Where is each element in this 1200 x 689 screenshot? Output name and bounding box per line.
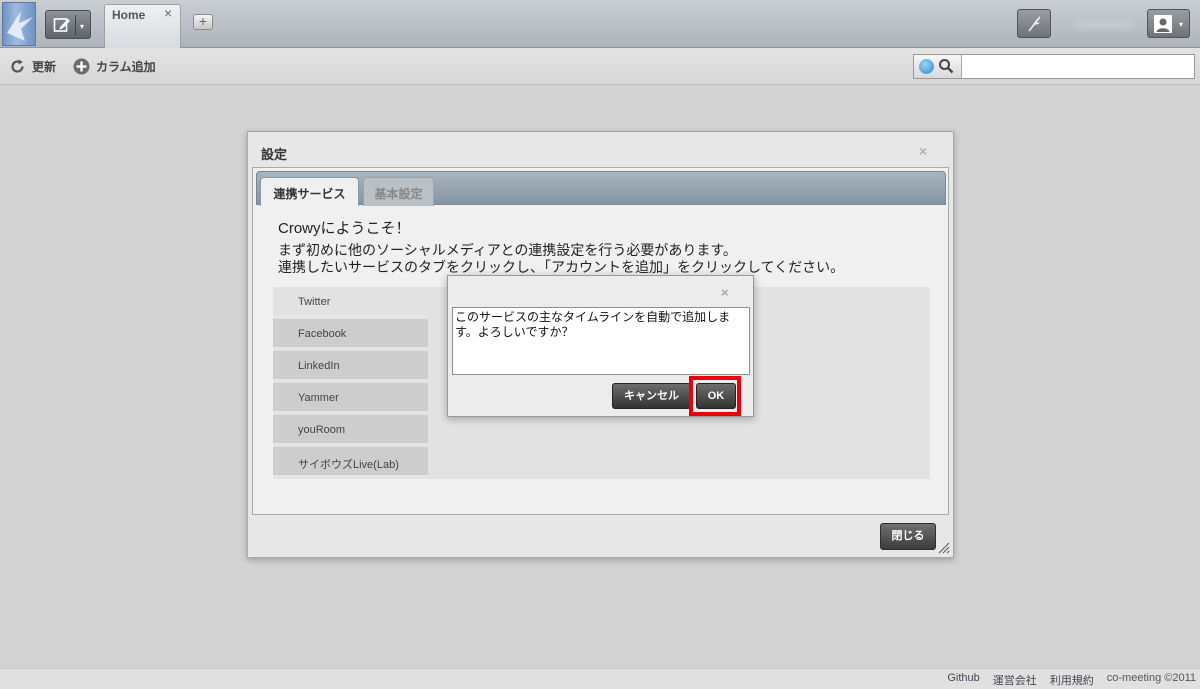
service-item-twitter[interactable]: Twitter (273, 287, 428, 317)
tab-basic-settings[interactable]: 基本設定 (363, 177, 434, 206)
refresh-button[interactable]: 更新 (9, 58, 56, 75)
close-tab-icon[interactable]: × (164, 5, 172, 21)
service-item-facebook[interactable]: Facebook (273, 319, 428, 349)
close-icon[interactable]: × (919, 143, 927, 159)
close-dialog-button[interactable]: 閉じる (880, 523, 936, 550)
service-item-cybozu-live[interactable]: サイボウズLive(Lab) (273, 447, 428, 477)
tab-home[interactable]: Home × (104, 4, 181, 48)
search-scope-selector[interactable] (914, 55, 962, 78)
footer-link-company[interactable]: 運営会社 (993, 672, 1037, 688)
welcome-message: Crowyにようこそ！ まず初めに他のソーシャルメディアとの連携設定を行う必要が… (278, 220, 844, 276)
top-bar: ▾ Home × + ▾ (0, 0, 1200, 48)
toolbar: 更新 カラム追加 (0, 48, 1200, 85)
chevron-down-icon: ▾ (1179, 20, 1184, 29)
tab-home-label: Home (112, 8, 146, 22)
feather-pen-icon (1028, 16, 1041, 32)
chevron-down-icon[interactable]: ▾ (80, 22, 84, 31)
welcome-line: 連携したいサービスのタブをクリックし、「アカウントを追加」をクリックしてください… (278, 259, 845, 275)
service-item-linkedin[interactable]: LinkedIn (273, 351, 428, 381)
confirm-message: このサービスの主なタイムラインを自動で追加します。よろしいですか？ (452, 307, 750, 375)
globe-icon (919, 59, 934, 74)
add-column-button[interactable]: カラム追加 (73, 58, 156, 75)
add-column-label: カラム追加 (96, 60, 156, 74)
account-menu-button[interactable]: ▾ (1147, 9, 1190, 38)
cancel-button[interactable]: キャンセル (612, 383, 691, 409)
username-blurred (1074, 19, 1134, 29)
refresh-label: 更新 (32, 60, 57, 74)
footer-link-terms[interactable]: 利用規約 (1050, 672, 1094, 688)
tab-linked-services[interactable]: 連携サービス (260, 177, 359, 206)
add-tab-button[interactable]: + (193, 14, 213, 30)
footer-copyright: co-meeting ©2011 (1106, 672, 1196, 684)
service-item-youroom[interactable]: youRoom (273, 415, 428, 445)
compose-icon (53, 16, 71, 39)
welcome-line: まず初めに他のソーシャルメディアとの連携設定を行う必要があります。 (278, 242, 737, 258)
dialog-title: 設定 (261, 147, 288, 162)
post-button[interactable] (1017, 9, 1051, 38)
plus-circle-icon (73, 58, 90, 75)
refresh-icon (11, 59, 24, 73)
welcome-line: Crowyにようこそ！ (278, 220, 411, 237)
magnifier-icon (939, 59, 954, 74)
compose-button[interactable]: ▾ (45, 10, 91, 39)
footer-link-github[interactable]: Github (947, 672, 979, 688)
user-icon (1154, 15, 1172, 33)
button-divider (75, 15, 76, 35)
settings-tabs: 連携サービス 基本設定 (256, 171, 946, 206)
resize-grip-icon[interactable] (938, 542, 950, 554)
search-box[interactable] (913, 54, 1195, 79)
bird-logo-icon[interactable] (2, 2, 36, 46)
footer-links: Github 運営会社 利用規約 co-meeting ©2011 (947, 672, 1196, 688)
close-icon[interactable]: × (721, 285, 729, 300)
service-item-yammer[interactable]: Yammer (273, 383, 428, 413)
ok-button-highlight (689, 376, 741, 416)
footer: Github 運営会社 利用規約 co-meeting ©2011 (0, 668, 1200, 689)
